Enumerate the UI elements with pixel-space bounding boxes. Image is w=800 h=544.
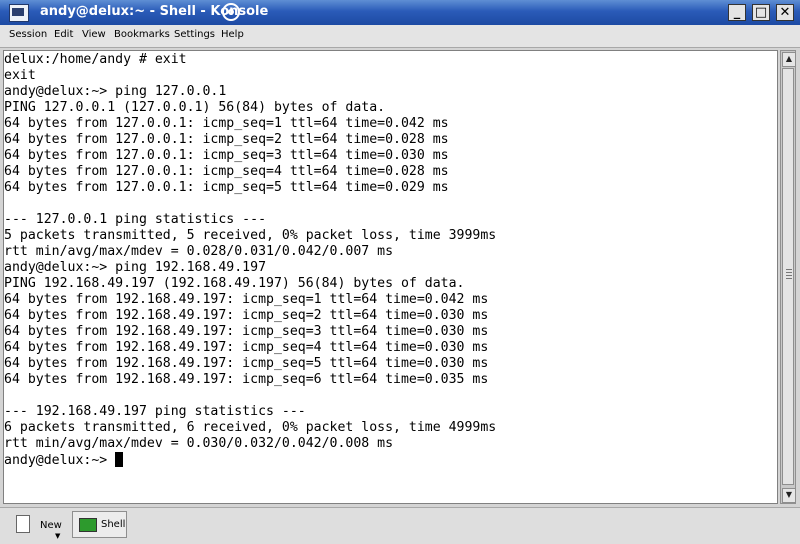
terminal-line: --- 127.0.0.1 ping statistics --- — [4, 212, 267, 227]
menu-help[interactable]: Help — [221, 29, 244, 40]
menu-settings[interactable]: Settings — [174, 29, 215, 40]
terminal-line: PING 127.0.0.1 (127.0.0.1) 56(84) bytes … — [4, 100, 386, 115]
terminal-line: 6 packets transmitted, 6 received, 0% pa… — [4, 420, 497, 435]
scroll-down-button[interactable]: ▼ — [782, 488, 796, 503]
terminal-line: 64 bytes from 127.0.0.1: icmp_seq=4 ttl=… — [4, 164, 449, 179]
scrollbar-thumb[interactable] — [782, 68, 794, 485]
konsole-terminal-icon[interactable] — [9, 4, 29, 22]
terminal-line: --- 192.168.49.197 ping statistics --- — [4, 404, 306, 419]
kde-logo-icon — [222, 3, 240, 21]
terminal-line: 64 bytes from 192.168.49.197: icmp_seq=5… — [4, 356, 489, 371]
terminal-output: delux:/home/andy # exit exit andy@delux:… — [4, 52, 779, 504]
close-button[interactable]: ✕ — [776, 4, 794, 21]
terminal-line: PING 192.168.49.197 (192.168.49.197) 56(… — [4, 276, 465, 291]
terminal-line: rtt min/avg/max/mdev = 0.028/0.031/0.042… — [4, 244, 394, 259]
scrollbar-grip-icon — [786, 269, 792, 279]
tab-shell-label: Shell — [101, 519, 126, 530]
terminal-line: 64 bytes from 127.0.0.1: icmp_seq=5 ttl=… — [4, 180, 449, 195]
terminal-line: 64 bytes from 127.0.0.1: icmp_seq=2 ttl=… — [4, 132, 449, 147]
terminal-line: exit — [4, 68, 36, 83]
terminal-line: delux:/home/andy # exit — [4, 52, 187, 67]
terminal-view[interactable]: delux:/home/andy # exit exit andy@delux:… — [3, 50, 778, 504]
shell-icon — [79, 518, 97, 532]
terminal-prompt-line[interactable]: andy@delux:~> — [4, 452, 779, 468]
vertical-scrollbar[interactable]: ▲ ▼ — [780, 50, 796, 504]
new-session-icon — [16, 515, 30, 533]
menu-session[interactable]: Session — [9, 29, 47, 40]
new-session-button[interactable]: New ▼ — [10, 512, 66, 540]
menu-edit[interactable]: Edit — [54, 29, 73, 40]
session-tab-bar: New ▼ Shell — [0, 507, 800, 544]
maximize-button[interactable]: □ — [752, 4, 770, 21]
terminal-line: andy@delux:~> ping 192.168.49.197 — [4, 260, 267, 275]
terminal-line: 64 bytes from 192.168.49.197: icmp_seq=3… — [4, 324, 489, 339]
menu-view[interactable]: View — [82, 29, 106, 40]
terminal-line: 64 bytes from 192.168.49.197: icmp_seq=6… — [4, 372, 489, 387]
terminal-line: 64 bytes from 192.168.49.197: icmp_seq=2… — [4, 308, 489, 323]
menu-bar: Session Edit View Bookmarks Settings Hel… — [0, 25, 800, 48]
dropdown-arrow-icon[interactable]: ▼ — [55, 532, 60, 540]
terminal-line: 64 bytes from 192.168.49.197: icmp_seq=4… — [4, 340, 489, 355]
terminal-line: 64 bytes from 127.0.0.1: icmp_seq=1 ttl=… — [4, 116, 449, 131]
tab-shell[interactable]: Shell — [72, 511, 127, 538]
title-bar[interactable]: andy@delux:~ - Shell - Konsole _ □ ✕ — [0, 0, 800, 25]
text-cursor — [115, 452, 124, 467]
minimize-button[interactable]: _ — [728, 4, 746, 21]
new-session-label: New — [40, 520, 62, 531]
terminal-line: rtt min/avg/max/mdev = 0.030/0.032/0.042… — [4, 436, 394, 451]
scroll-up-button[interactable]: ▲ — [782, 52, 796, 67]
menu-bookmarks[interactable]: Bookmarks — [114, 29, 170, 40]
terminal-line: 64 bytes from 192.168.49.197: icmp_seq=1… — [4, 292, 489, 307]
terminal-line: andy@delux:~> ping 127.0.0.1 — [4, 84, 227, 99]
terminal-prompt: andy@delux:~> — [4, 453, 116, 468]
terminal-line: 5 packets transmitted, 5 received, 0% pa… — [4, 228, 497, 243]
terminal-line: 64 bytes from 127.0.0.1: icmp_seq=3 ttl=… — [4, 148, 449, 163]
